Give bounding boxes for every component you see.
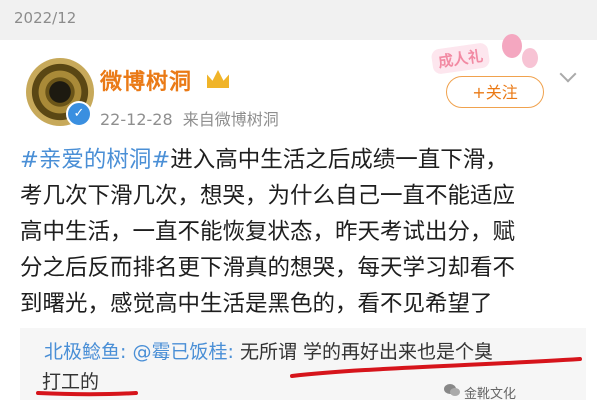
watermark: 金靴文化 bbox=[464, 387, 517, 402]
red-underline-annotation bbox=[36, 357, 582, 397]
wechat-icon bbox=[444, 384, 460, 396]
